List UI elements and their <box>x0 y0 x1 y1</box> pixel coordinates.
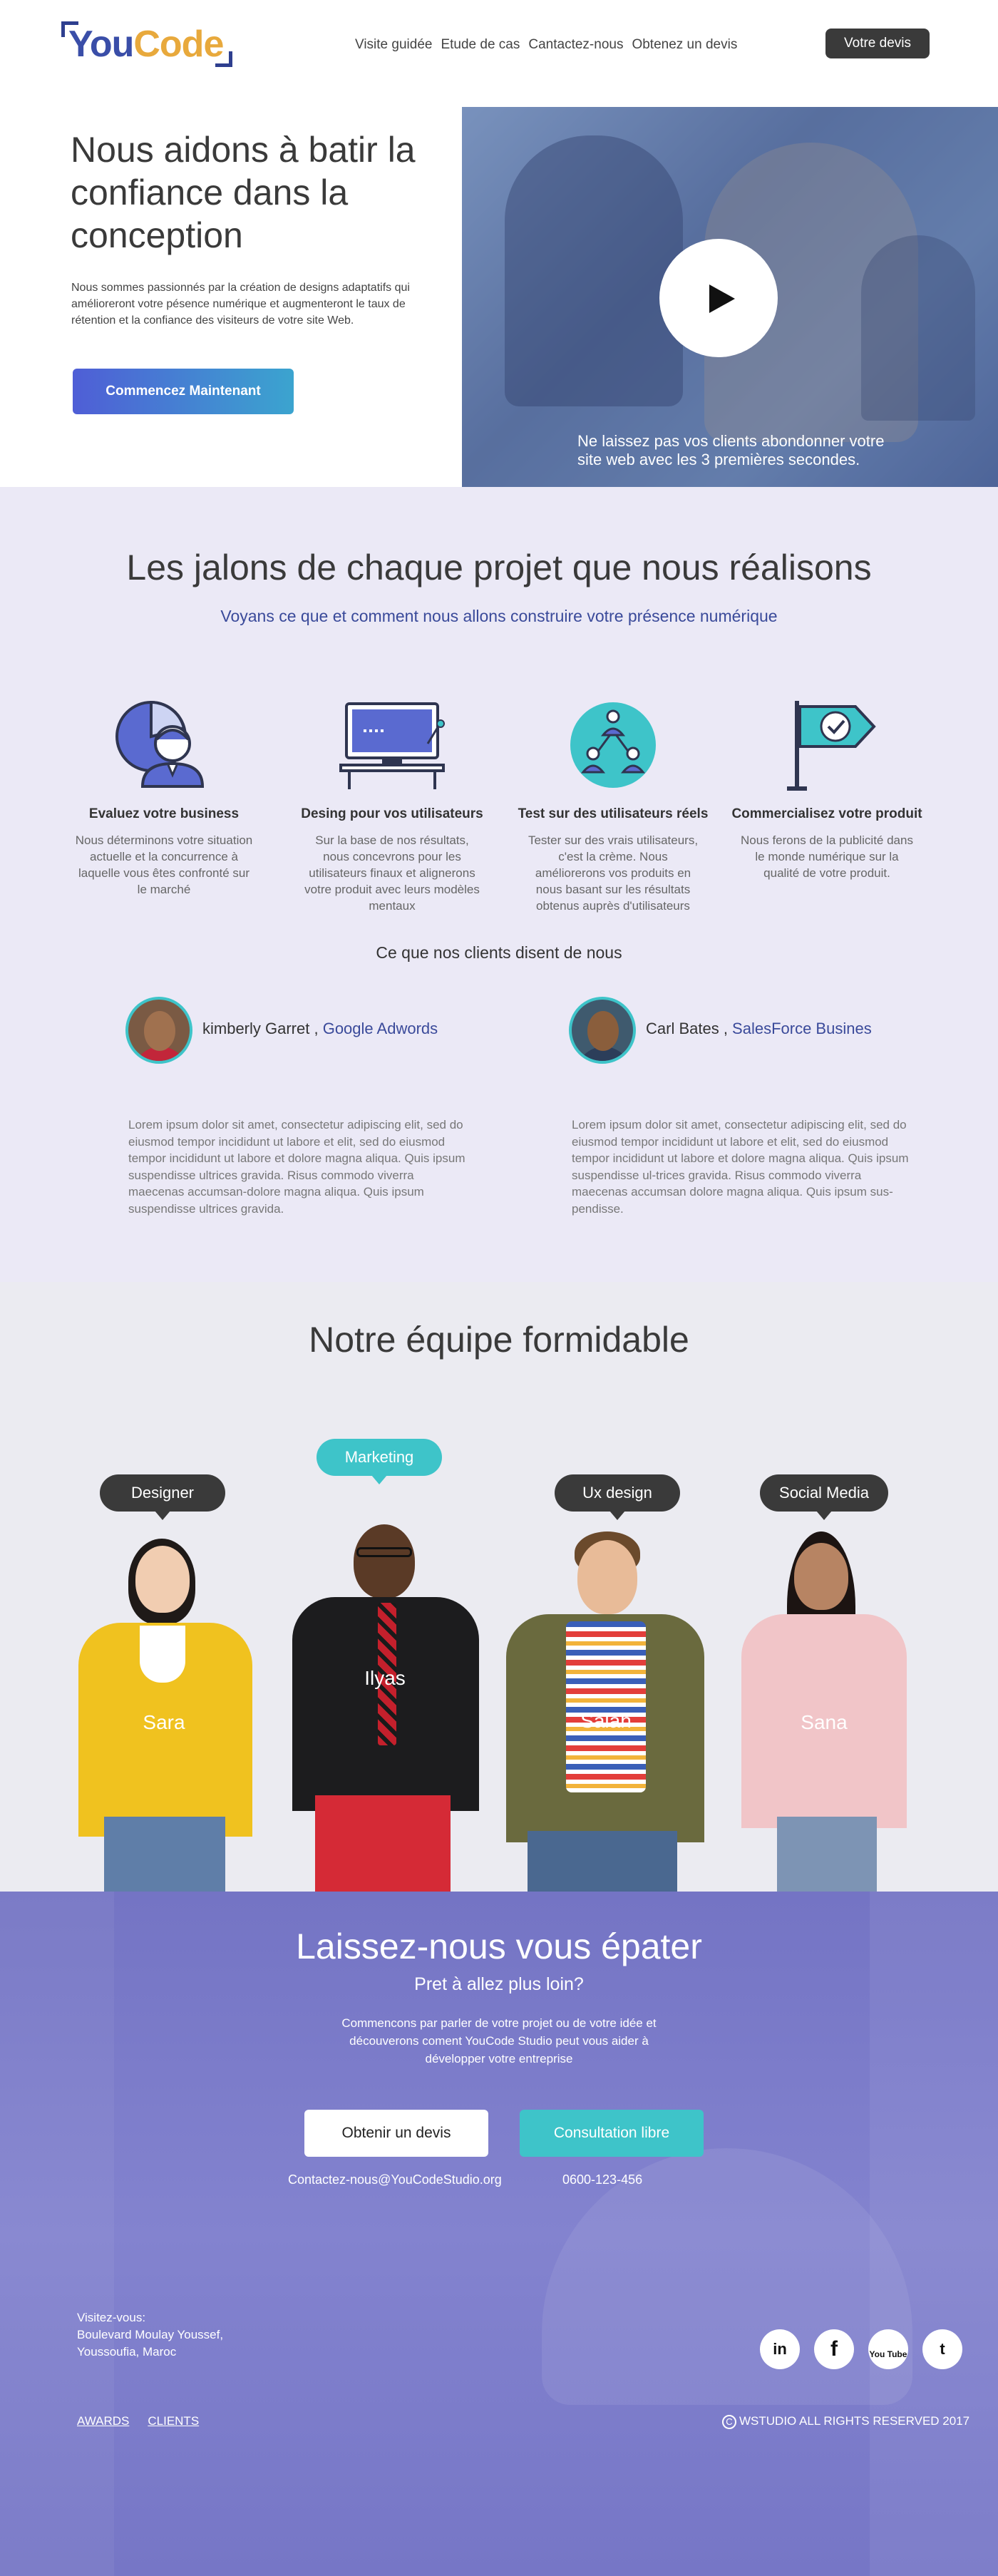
role-bubble: Designer <box>100 1474 225 1520</box>
address-line: Boulevard Moulay Youssef, <box>77 2328 224 2341</box>
member-name: Salah <box>580 1710 632 1732</box>
copyright-icon: C <box>722 2415 736 2429</box>
team-section: Notre équipe formidable Designer Sara Ma… <box>0 1282 998 1892</box>
main-nav: Visite guidée Etude de cas Cantactez-nou… <box>355 37 737 53</box>
testimonials-title: Ce que nos clients disent de nous <box>376 943 622 962</box>
step-card: Desing pour vos utilisateurs Sur la base… <box>292 694 492 914</box>
linkedin-icon[interactable]: in <box>760 2329 800 2369</box>
nav-link-etude[interactable]: Etude de cas <box>441 37 520 53</box>
nav-link-visite[interactable]: Visite guidée <box>355 37 432 53</box>
play-icon[interactable] <box>659 239 778 357</box>
header-devis-button[interactable]: Votre devis <box>825 29 930 58</box>
cta-subtitle: Pret à allez plus loin? <box>414 1974 584 1994</box>
cta-text: Commencons par parler de votre projet ou… <box>341 2016 657 2066</box>
step-title: Commercialisez votre produit <box>731 806 922 821</box>
avatar <box>125 997 192 1064</box>
team-title: Notre équipe formidable <box>309 1320 689 1360</box>
logo-bracket-icon <box>215 51 232 67</box>
twitter-icon[interactable]: t <box>922 2329 962 2369</box>
step-card: Evaluez votre business Nous déterminons … <box>64 694 264 898</box>
contact-phone: 0600-123-456 <box>562 2172 643 2187</box>
user-network-icon <box>570 702 656 788</box>
team-member: Marketing Ilyas <box>285 1439 492 1892</box>
visit-label: Visitez-vous: <box>77 2311 146 2324</box>
glasses-icon <box>356 1547 412 1557</box>
step-card: Test sur des utilisateurs réels Tester s… <box>513 694 713 914</box>
contact-email-link[interactable]: Contactez-nous@YouCodeStudio.org <box>288 2172 502 2187</box>
computer-design-icon <box>339 702 445 789</box>
testimonial-name: kimberly Garret , <box>202 1020 323 1037</box>
step-title: Test sur des utilisateurs réels <box>518 806 709 821</box>
facebook-icon[interactable]: f <box>814 2329 854 2369</box>
youcode-logo[interactable]: YouCode <box>61 19 232 68</box>
role-bubble: Marketing <box>317 1439 442 1484</box>
testimonial-text: Lorem ipsum dolor sit amet, consectetur … <box>128 1118 465 1216</box>
team-member: Social Media Sana <box>720 1474 934 1892</box>
youtube-icon[interactable]: You Tube <box>868 2329 908 2369</box>
nav-link-contact[interactable]: Cantactez-nous <box>528 37 623 53</box>
address-block: Visitez-vous: Boulevard Moulay Youssef, … <box>77 2309 223 2361</box>
step-text: Nous ferons de la publicité dans le mond… <box>741 833 913 880</box>
avatar <box>569 997 636 1064</box>
testimonial-company[interactable]: Google Adwords <box>323 1020 438 1037</box>
step-text: Nous déterminons votre situation actuell… <box>75 833 253 896</box>
step-card: Commercialisez votre produit Nous ferons… <box>727 694 927 881</box>
process-section: Les jalons de chaque projet que nous réa… <box>0 487 998 1282</box>
free-consultation-button[interactable]: Consultation libre <box>520 2110 704 2157</box>
cta-title: Laissez-nous vous épater <box>296 1926 702 1966</box>
flag-check-icon <box>787 701 876 791</box>
member-name: Sana <box>801 1711 848 1733</box>
hero-description: Nous sommes passionnés par la création d… <box>71 282 410 327</box>
site-header: YouCode Visite guidée Etude de cas Canta… <box>0 0 998 107</box>
footer-link-awards[interactable]: AWARDS <box>77 2414 129 2428</box>
logo-text-you: You <box>68 24 134 65</box>
nav-link-devis[interactable]: Obtenez un devis <box>632 37 737 53</box>
get-quote-button[interactable]: Obtenir un devis <box>304 2110 488 2157</box>
process-subtitle: Voyans ce que et comment nous allons con… <box>220 607 778 625</box>
step-title: Evaluez votre business <box>88 806 240 821</box>
business-analysis-icon <box>115 700 205 788</box>
address-line: Youssoufia, Maroc <box>77 2345 177 2359</box>
step-title: Desing pour vos utilisateurs <box>301 806 483 821</box>
process-title: Les jalons de chaque projet que nous réa… <box>126 548 872 587</box>
testimonial-text: Lorem ipsum dolor sit amet, consectetur … <box>572 1118 909 1216</box>
role-bubble: Social Media <box>760 1474 888 1520</box>
start-now-button[interactable]: Commencez Maintenant <box>73 369 294 414</box>
team-member: Designer Sara <box>71 1474 271 1892</box>
role-bubble: Ux design <box>555 1474 680 1520</box>
logo-text-code: Code <box>133 24 224 65</box>
testimonial-company[interactable]: SalesForce Busines <box>732 1020 872 1037</box>
social-links: in f You Tube t <box>760 2329 962 2369</box>
hero-video[interactable]: Ne laissez pas vos clients abondonner vo… <box>462 107 998 487</box>
step-text: Tester sur des vrais utilisateurs, c'est… <box>528 833 699 913</box>
striped-shirt <box>566 1621 646 1792</box>
cta-section: Laissez-nous vous épater Pret à allez pl… <box>0 1892 998 2576</box>
testimonial-name: Carl Bates , <box>646 1020 733 1037</box>
video-caption: Ne laissez pas vos clients abondonner vo… <box>577 432 885 468</box>
footer-links: AWARDS CLIENTS <box>77 2414 199 2428</box>
hero-title: Nous aidons à batir la confiance dans la… <box>71 130 416 255</box>
copyright: C WSTUDIO ALL RIGHTS RESERVED 2017 <box>722 2414 969 2429</box>
footer-link-clients[interactable]: CLIENTS <box>148 2414 199 2428</box>
member-name: Ilyas <box>364 1667 406 1689</box>
hero-section: Nous aidons à batir la confiance dans la… <box>0 107 998 487</box>
member-name: Sara <box>143 1711 185 1733</box>
team-member: Ux design Salah <box>499 1474 706 1892</box>
step-text: Sur la base de nos résultats, nous conce… <box>304 833 480 913</box>
copyright-text: WSTUDIO ALL RIGHTS RESERVED 2017 <box>739 2414 970 2428</box>
